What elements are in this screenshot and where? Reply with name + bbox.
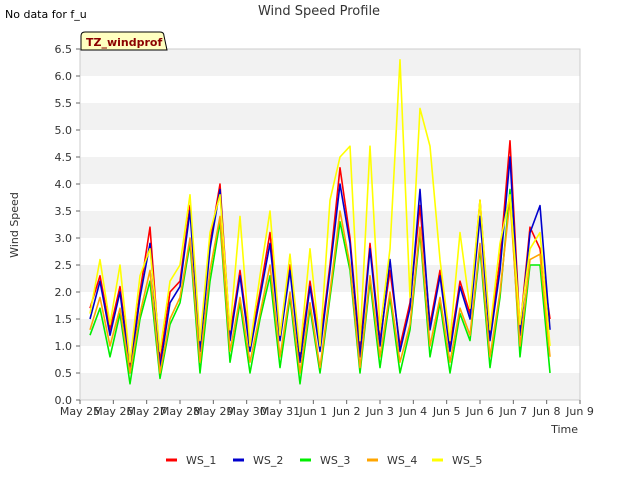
wind-speed-chart: 0.00.51.01.52.02.53.03.54.04.55.05.56.06… — [5, 4, 594, 467]
y-tick-label: 1.5 — [55, 313, 73, 326]
y-axis-ticks: 0.00.51.01.52.02.53.03.54.04.55.05.56.06… — [55, 43, 80, 407]
site-badge: TZ_windprof — [80, 31, 168, 51]
x-axis-ticks: May 25May 26May 27May 28May 29May 30May … — [60, 400, 594, 418]
x-tick-label: May 31 — [260, 405, 300, 418]
y-tick-label: 6.0 — [55, 70, 73, 83]
x-tick-label: Jun 6 — [465, 405, 494, 418]
x-tick-label: Jun 7 — [498, 405, 527, 418]
y-tick-label: 3.5 — [55, 205, 73, 218]
y-tick-label: 2.0 — [55, 286, 73, 299]
y-tick-label: 2.5 — [55, 259, 73, 272]
x-tick-label: Jun 9 — [565, 405, 594, 418]
grid-band — [80, 157, 580, 184]
x-tick-label: Jun 8 — [532, 405, 561, 418]
grid-band — [80, 103, 580, 130]
badge-label: TZ_windprof — [86, 36, 162, 49]
y-tick-label: 3.0 — [55, 232, 73, 245]
y-axis-label: Wind Speed — [8, 192, 21, 258]
x-tick-label: Jun 4 — [398, 405, 427, 418]
chart-title: Wind Speed Profile — [258, 4, 380, 19]
y-tick-label: 1.0 — [55, 340, 73, 353]
x-tick-label: Jun 1 — [298, 405, 327, 418]
x-tick-label: Jun 5 — [432, 405, 461, 418]
legend-label: WS_5 — [452, 454, 482, 467]
y-tick-label: 6.5 — [55, 43, 73, 56]
x-tick-label: Jun 3 — [365, 405, 394, 418]
legend: WS_1 WS_2 WS_3 WS_4 WS_5 — [166, 454, 482, 467]
y-tick-label: 5.0 — [55, 124, 73, 137]
grid-band — [80, 373, 580, 400]
grid-bands — [80, 49, 580, 400]
x-tick-label: Jun 2 — [332, 405, 361, 418]
no-data-note: No data for f_u — [5, 8, 87, 21]
legend-label: WS_3 — [320, 454, 350, 467]
legend-label: WS_2 — [253, 454, 283, 467]
grid-band — [80, 49, 580, 76]
y-tick-label: 5.5 — [55, 97, 73, 110]
y-tick-label: 0.5 — [55, 367, 73, 380]
x-axis-label: Time — [550, 423, 578, 436]
legend-label: WS_1 — [186, 454, 216, 467]
y-tick-label: 4.5 — [55, 151, 73, 164]
y-tick-label: 4.0 — [55, 178, 73, 191]
legend-label: WS_4 — [387, 454, 417, 467]
